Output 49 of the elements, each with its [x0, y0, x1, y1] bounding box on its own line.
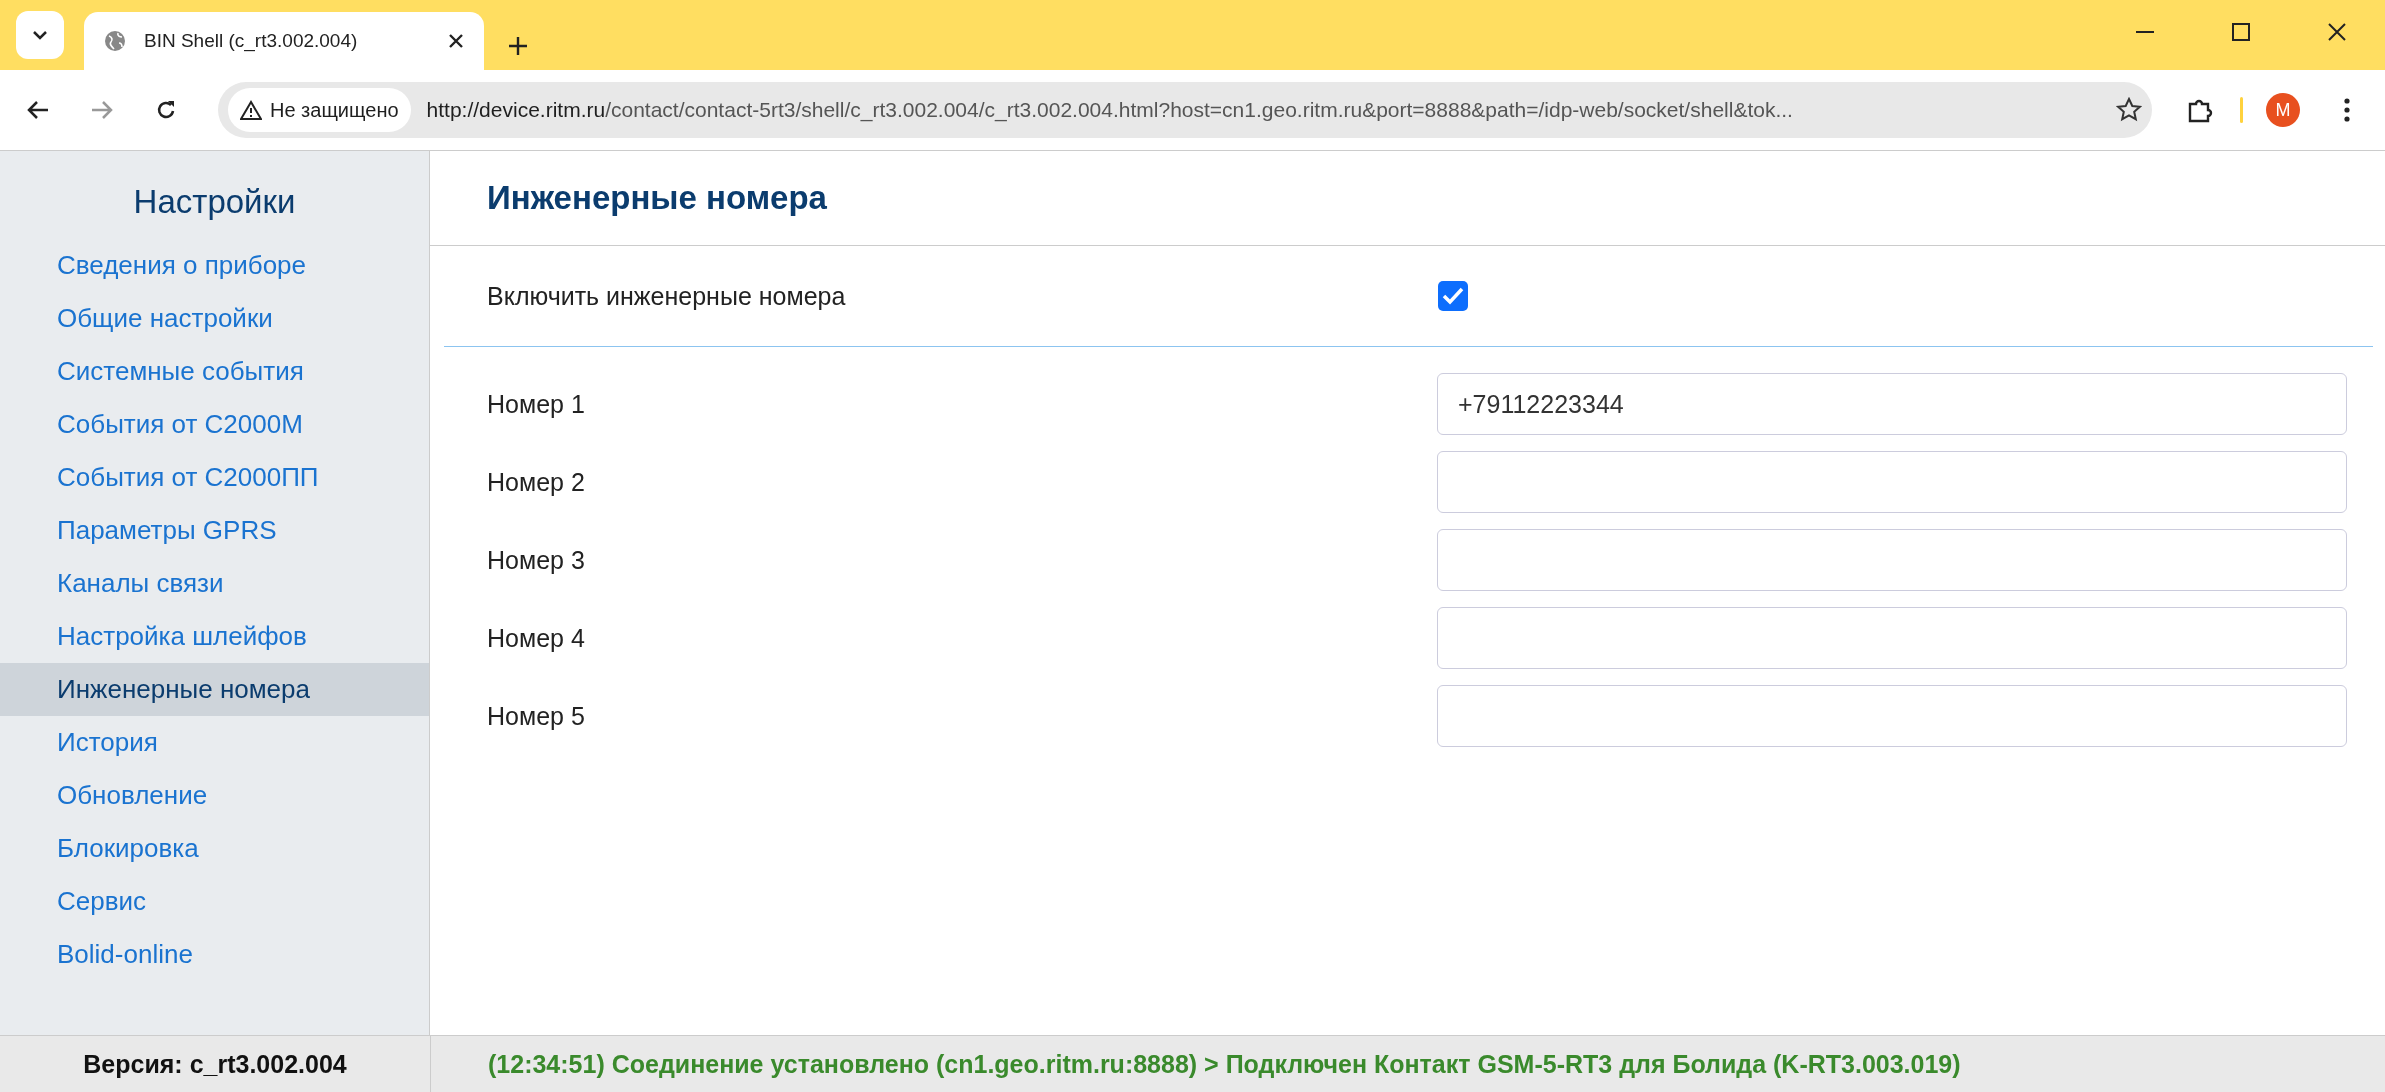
forward-arrow-icon[interactable] [91, 100, 113, 120]
more-vertical-icon[interactable] [2344, 98, 2350, 122]
sidebar-link[interactable]: Блокировка [0, 822, 429, 875]
star-icon[interactable] [2116, 97, 2142, 123]
phone-input-field[interactable] [1437, 685, 2347, 747]
field-label: Номер 5 [487, 701, 586, 731]
globe-icon [104, 30, 126, 52]
close-icon[interactable] [448, 33, 464, 49]
security-chip[interactable]: Не защищено [228, 88, 411, 132]
status-message: (12:34:51) Соединение установлено (cn1.geo.ritm.ru:8888) > Подключен Контакт GSM-5-RT3 для Болида (K-RT3.003.019) [487, 1049, 1961, 1079]
url-text: http://device.ritm.ru/contact/contact-5rt3/shell/c_rt3.002.004/c_rt3.002.004.html?host=cn1.geo.ritm.ru&port=8888&path=/idp-web/socket/shell&tok... [426, 98, 1794, 122]
checkbox[interactable] [1438, 281, 1468, 311]
sidebar-link[interactable]: Сервис [0, 875, 429, 928]
sidebar-link[interactable]: Инженерные номера [0, 663, 429, 716]
field-label: Номер 2 [487, 467, 586, 497]
sidebar-link[interactable]: События от С2000М [0, 398, 429, 451]
new-tab-icon[interactable] [508, 36, 528, 56]
phone-input-field[interactable]: +79112223344 [1437, 373, 2347, 435]
back-arrow-icon[interactable] [27, 100, 49, 120]
phone-input-field[interactable] [1437, 607, 2347, 669]
close-icon[interactable] [2327, 22, 2347, 42]
field-label: Номер 3 [487, 545, 586, 575]
chevron-down-icon [32, 30, 48, 40]
maximize-icon[interactable] [2231, 22, 2251, 42]
browser-tab[interactable]: BIN Shell (c_rt3.002.004) [84, 12, 484, 70]
sidebar-link[interactable]: Bolid-online [0, 928, 429, 981]
field-label: Номер 1 [487, 389, 586, 419]
sidebar-link[interactable]: Настройка шлейфов [0, 610, 429, 663]
warning-icon [240, 100, 262, 120]
checkbox-label: Включить инженерные номера [487, 281, 847, 311]
address-bar[interactable]: Не защищено http://device.ritm.ru/contact/contact-5rt3/shell/c_rt3.002.004/c_rt3.002.004.html?host=cn1.geo.ritm.ru&port=8888&path=/idp-web/socket/shell&tok... [218, 82, 2152, 138]
sidebar-link[interactable]: Параметры GPRS [0, 504, 429, 557]
page-title: Инженерные номера [487, 179, 827, 217]
reload-icon[interactable] [155, 99, 177, 121]
sidebar-link[interactable]: События от С2000ПП [0, 451, 429, 504]
sidebar-link[interactable]: Каналы связи [0, 557, 429, 610]
sidebar-link[interactable]: Общие настройки [0, 292, 429, 345]
tab-title: BIN Shell (c_rt3.002.004) [144, 30, 359, 52]
field-label: Номер 4 [487, 623, 586, 653]
phone-input-field[interactable] [1437, 451, 2347, 513]
puzzle-icon[interactable] [2187, 97, 2213, 123]
phone-input-field[interactable] [1437, 529, 2347, 591]
profile-avatar[interactable]: M [2266, 93, 2300, 127]
sidebar-link[interactable]: Сведения о приборе [0, 239, 429, 292]
sidebar-link[interactable]: Обновление [0, 769, 429, 822]
sidebar-link[interactable]: История [0, 716, 429, 769]
sidebar-title: Настройки [132, 182, 297, 222]
sidebar-link[interactable]: Системные события [0, 345, 429, 398]
version-text: Версия: c_rt3.002.004 [0, 1036, 431, 1092]
